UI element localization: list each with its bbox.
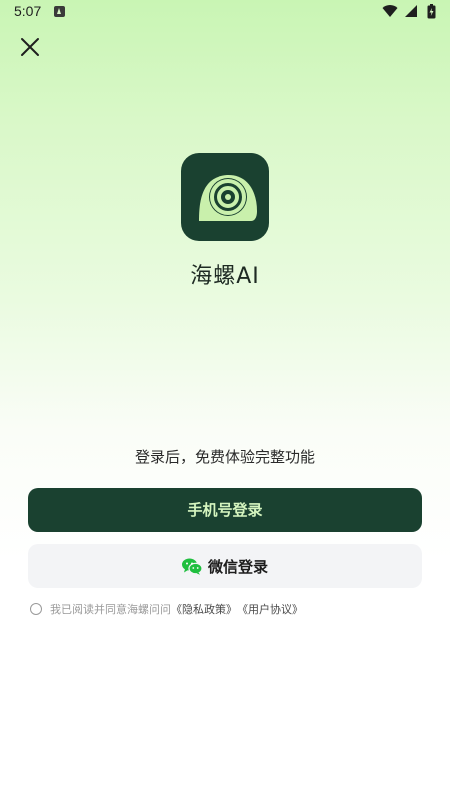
wechat-login-button[interactable]: 微信登录 (28, 544, 422, 588)
app-logo (181, 153, 269, 241)
agree-checkbox[interactable] (30, 603, 42, 615)
close-button[interactable] (16, 33, 44, 61)
notification-icon (54, 6, 65, 17)
user-agreement-link[interactable]: 《用户协议》 (237, 601, 303, 617)
app-name: 海螺AI (190, 264, 260, 289)
wifi-icon (382, 5, 398, 18)
login-tagline: 登录后，免费体验完整功能 (134, 448, 315, 466)
agreement-row: 我已阅读并同意海螺问问 《隐私政策》 《用户协议》 (30, 601, 303, 617)
agreement-text: 我已阅读并同意海螺问问 (50, 603, 171, 616)
status-bar: 5:07 (0, 0, 450, 24)
battery-icon (427, 4, 436, 19)
snail-logo-icon (199, 174, 257, 221)
status-time: 5:07 (14, 3, 42, 19)
signal-icon (405, 5, 417, 17)
wechat-icon (181, 558, 202, 575)
close-icon (21, 38, 39, 56)
privacy-policy-link[interactable]: 《隐私政策》 (171, 601, 237, 617)
phone-login-button[interactable]: 手机号登录 (28, 488, 422, 532)
wechat-login-label: 微信登录 (207, 557, 268, 576)
